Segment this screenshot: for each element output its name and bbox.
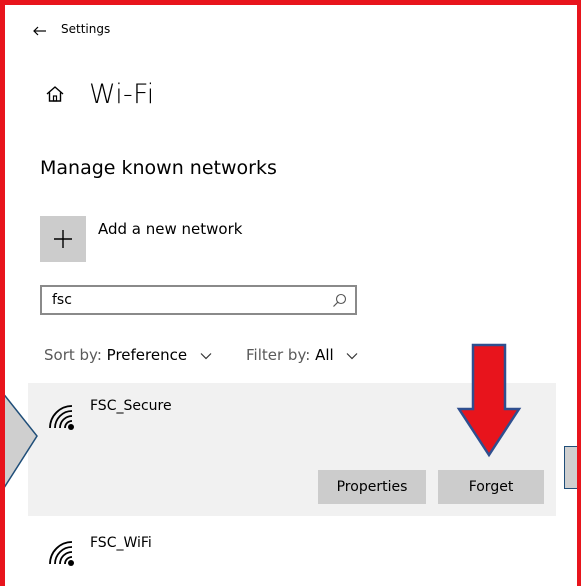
forget-button[interactable]: Forget [438,470,544,504]
gray-box-annotation [564,446,581,489]
red-down-arrow-annotation [456,343,522,458]
add-network-label[interactable]: Add a new network [98,220,242,238]
plus-icon [54,230,72,248]
gray-pointer-annotation [0,392,38,492]
filter-dropdown[interactable]: Filter by: All [246,346,358,364]
chevron-down-icon [347,352,358,359]
filter-label: Filter by: [246,346,311,364]
back-button[interactable] [24,16,54,46]
network-name: FSC_Secure [90,398,172,414]
network-name: FSC_WiFi [90,535,152,551]
filter-value: All [315,346,334,364]
properties-button[interactable]: Properties [318,470,426,504]
sort-label: Sort by: [44,346,102,364]
wifi-secure-icon [49,405,74,430]
section-title: Manage known networks [40,157,277,179]
sort-value: Preference [106,346,188,364]
chevron-down-icon [200,352,212,359]
add-network-button[interactable] [40,216,86,262]
home-icon[interactable] [45,84,65,108]
page-title: Wi-Fi [89,79,155,110]
search-icon[interactable] [332,293,347,308]
app-title: Settings [61,22,111,36]
sort-dropdown[interactable]: Sort by: Preference [44,346,212,364]
search-input[interactable] [52,290,322,310]
wifi-icon [49,541,74,566]
back-arrow-icon [33,26,46,36]
search-box[interactable] [40,285,357,315]
